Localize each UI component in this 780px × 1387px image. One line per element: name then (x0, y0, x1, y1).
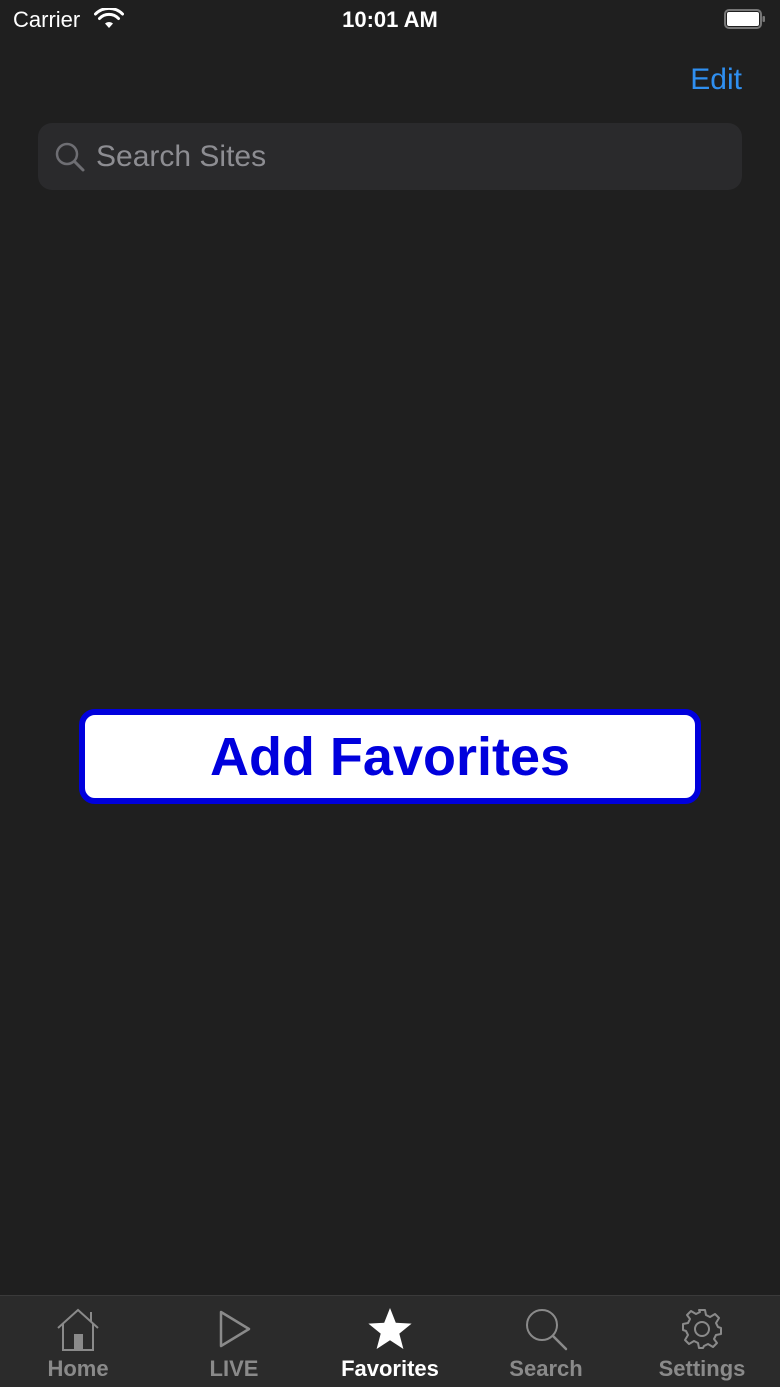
tab-label-home: Home (47, 1356, 109, 1381)
gear-icon (682, 1309, 722, 1349)
clock: 10:01 AM (342, 7, 438, 32)
tab-bar: Home LIVE Favorites Search Settings (0, 1295, 780, 1387)
tab-label-favorites: Favorites (341, 1356, 439, 1381)
magnifier-icon (55, 142, 85, 172)
play-icon (219, 1310, 251, 1348)
tab-label-live: LIVE (209, 1356, 259, 1381)
tab-favorites[interactable]: Favorites (312, 1296, 468, 1387)
status-bar: Carrier 10:01 AM (0, 0, 780, 40)
home-icon (57, 1308, 99, 1351)
tab-label-search: Search (509, 1356, 583, 1381)
tab-home[interactable]: Home (0, 1296, 156, 1387)
star-icon (368, 1308, 412, 1349)
tab-settings[interactable]: Settings (624, 1296, 780, 1387)
search-input[interactable] (96, 123, 726, 190)
tab-label-settings: Settings (658, 1356, 746, 1381)
tab-search[interactable]: Search (468, 1296, 624, 1387)
add-favorites-button[interactable]: Add Favorites (79, 709, 701, 804)
search-icon (526, 1309, 568, 1351)
battery-icon (724, 9, 765, 29)
search-bar[interactable] (38, 123, 742, 190)
edit-button[interactable]: Edit (676, 60, 756, 100)
tab-live[interactable]: LIVE (156, 1296, 312, 1387)
